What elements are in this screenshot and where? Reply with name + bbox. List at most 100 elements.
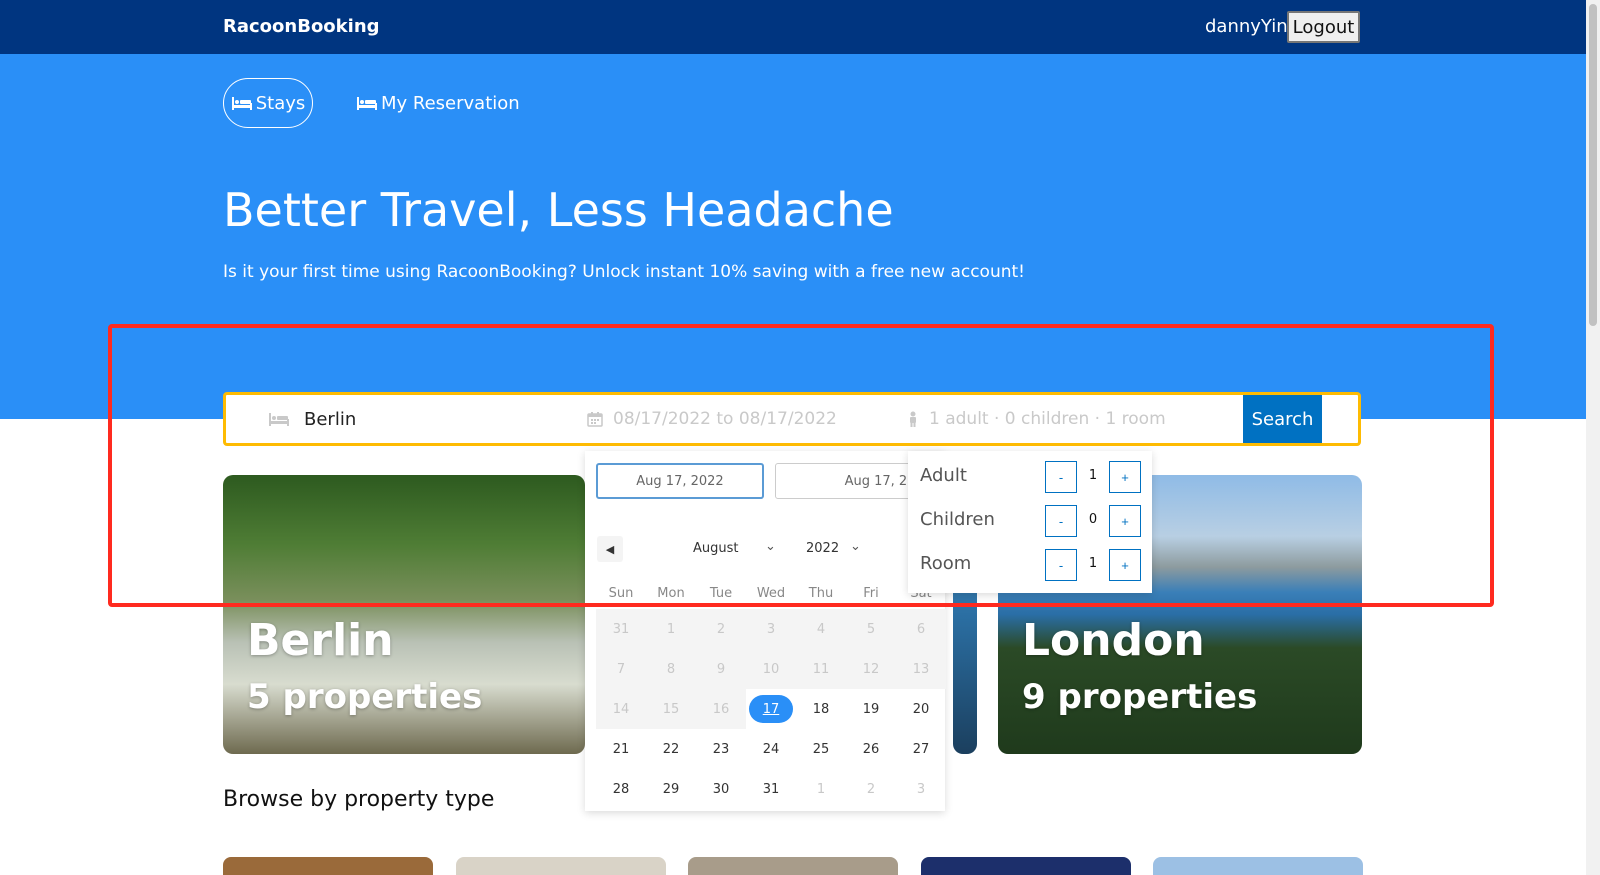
date-range-value: 08/17/2022 to 08/17/2022 <box>613 409 837 429</box>
adult-decrement-button[interactable]: - <box>1045 461 1077 493</box>
calendar-day[interactable]: 14 <box>596 689 646 729</box>
destination-value: Berlin <box>304 408 357 430</box>
calendar-day[interactable]: 27 <box>896 729 946 769</box>
calendar-day[interactable]: 19 <box>846 689 896 729</box>
calendar-day[interactable]: 1 <box>796 769 846 809</box>
tab-stays[interactable]: Stays <box>223 78 313 128</box>
tab-my-reservation-label: My Reservation <box>381 92 520 114</box>
calendar-day[interactable]: 2 <box>696 609 746 649</box>
start-date-input[interactable]: Aug 17, 2022 <box>596 463 764 499</box>
calendar-day[interactable]: 16 <box>696 689 746 729</box>
calendar-day[interactable]: 18 <box>796 689 846 729</box>
bed-icon <box>269 413 289 426</box>
children-increment-button[interactable]: + <box>1109 505 1141 537</box>
chevron-down-icon[interactable]: ⌄ <box>850 539 861 554</box>
card-city-name: London <box>1022 615 1205 666</box>
guest-row-label: Children <box>920 509 995 530</box>
calendar-day[interactable]: 20 <box>896 689 946 729</box>
property-type-thumbnail[interactable] <box>688 857 898 875</box>
property-type-thumbnail[interactable] <box>921 857 1131 875</box>
calendar-day-label: 26 <box>862 741 880 757</box>
calendar-day[interactable]: 30 <box>696 769 746 809</box>
prev-month-button[interactable]: ◀ <box>597 536 623 562</box>
property-type-thumbnail[interactable] <box>1153 857 1363 875</box>
calendar-day[interactable]: 8 <box>646 649 696 689</box>
calendar-day[interactable]: 31 <box>746 769 796 809</box>
weekday-label: Thu <box>808 586 834 601</box>
calendar-day[interactable]: 11 <box>796 649 846 689</box>
room-increment-button[interactable]: + <box>1109 549 1141 581</box>
calendar-day-label: 2 <box>866 781 876 797</box>
guests-value: 1 adult · 0 children · 1 room <box>929 409 1166 429</box>
guest-row-label: Adult <box>920 465 967 486</box>
calendar-day-label: 3 <box>766 621 776 637</box>
calendar-day-label: 21 <box>612 741 630 757</box>
chevron-down-icon[interactable]: ⌄ <box>765 539 776 554</box>
room-count: 1 <box>1088 556 1098 571</box>
calendar-day[interactable]: 23 <box>696 729 746 769</box>
calendar-day[interactable]: 5 <box>846 609 896 649</box>
children-decrement-button[interactable]: - <box>1045 505 1077 537</box>
calendar-day[interactable]: 7 <box>596 649 646 689</box>
guests-field[interactable]: 1 adult · 0 children · 1 room <box>907 395 1166 443</box>
calendar-day-selected[interactable]: 17 <box>746 689 796 729</box>
calendar-day[interactable]: 2 <box>846 769 896 809</box>
search-button[interactable]: Search <box>1243 395 1322 443</box>
calendar-day[interactable]: 21 <box>596 729 646 769</box>
date-range-field[interactable]: 08/17/2022 to 08/17/2022 <box>587 395 837 443</box>
destination-field[interactable]: Berlin <box>268 395 356 443</box>
year-select[interactable]: 2022 <box>806 541 839 556</box>
calendar-day-label: 13 <box>912 661 930 677</box>
calendar-day-label: 22 <box>662 741 680 757</box>
scrollbar-thumb[interactable] <box>1589 4 1597 326</box>
calendar-day-label: 6 <box>916 621 926 637</box>
calendar-day[interactable]: 12 <box>846 649 896 689</box>
calendar-day[interactable]: 24 <box>746 729 796 769</box>
calendar-day[interactable]: 26 <box>846 729 896 769</box>
calendar-day[interactable]: 31 <box>596 609 646 649</box>
date-picker-popup: Aug 17, 2022 Aug 17, 2022 ◀ August ⌄ 202… <box>585 451 946 811</box>
calendar-day[interactable]: 25 <box>796 729 846 769</box>
calendar-day[interactable]: 9 <box>696 649 746 689</box>
calendar-day[interactable]: 3 <box>896 769 946 809</box>
logout-button[interactable]: Logout <box>1287 11 1360 43</box>
property-type-thumbnail[interactable] <box>456 857 666 875</box>
destination-card-berlin[interactable]: Berlin 5 properties <box>223 475 585 754</box>
calendar-day-label: 31 <box>612 621 630 637</box>
person-icon <box>910 411 916 427</box>
calendar-day-label: 3 <box>916 781 926 797</box>
calendar-day[interactable]: 3 <box>746 609 796 649</box>
guest-row-room: Room -1 + <box>908 541 1152 585</box>
card-city-name: Berlin <box>247 615 394 666</box>
calendar-day[interactable]: 10 <box>746 649 796 689</box>
top-bar: RacoonBooking dannyYin Logout <box>0 0 1586 54</box>
calendar-icon <box>587 412 603 427</box>
calendar-day[interactable]: 29 <box>646 769 696 809</box>
calendar-day-label: 18 <box>812 701 830 717</box>
room-decrement-button[interactable]: - <box>1045 549 1077 581</box>
tab-my-reservation[interactable]: My Reservation <box>356 78 520 128</box>
calendar-day[interactable]: 28 <box>596 769 646 809</box>
calendar-day[interactable]: 13 <box>896 649 946 689</box>
adult-count: 1 <box>1088 468 1098 483</box>
property-type-thumbnail[interactable] <box>223 857 433 875</box>
calendar-grid: 31 1 2 3 4 5 6 7 8 9 10 11 12 13 14 15 16 17 18 19 20 21 22 23 2… <box>596 609 946 809</box>
brand-logo[interactable]: RacoonBooking <box>223 16 380 37</box>
calendar-day-label: 29 <box>662 781 680 797</box>
adult-increment-button[interactable]: + <box>1109 461 1141 493</box>
username: dannyYin <box>1205 16 1288 37</box>
browse-section-title: Browse by property type <box>223 787 495 812</box>
calendar-day-label: 19 <box>862 701 880 717</box>
calendar-day[interactable]: 15 <box>646 689 696 729</box>
calendar-day[interactable]: 22 <box>646 729 696 769</box>
calendar-day-label: 4 <box>816 621 826 637</box>
calendar-day[interactable]: 4 <box>796 609 846 649</box>
calendar-day-label: 5 <box>866 621 876 637</box>
calendar-day-label: 14 <box>612 701 630 717</box>
month-select[interactable]: August <box>693 541 739 556</box>
calendar-day[interactable]: 6 <box>896 609 946 649</box>
weekday-label: Sun <box>608 586 634 601</box>
hero-subtitle: Is it your first time using RacoonBookin… <box>223 262 1025 282</box>
calendar-day[interactable]: 1 <box>646 609 696 649</box>
card-property-count: 5 properties <box>247 677 483 717</box>
